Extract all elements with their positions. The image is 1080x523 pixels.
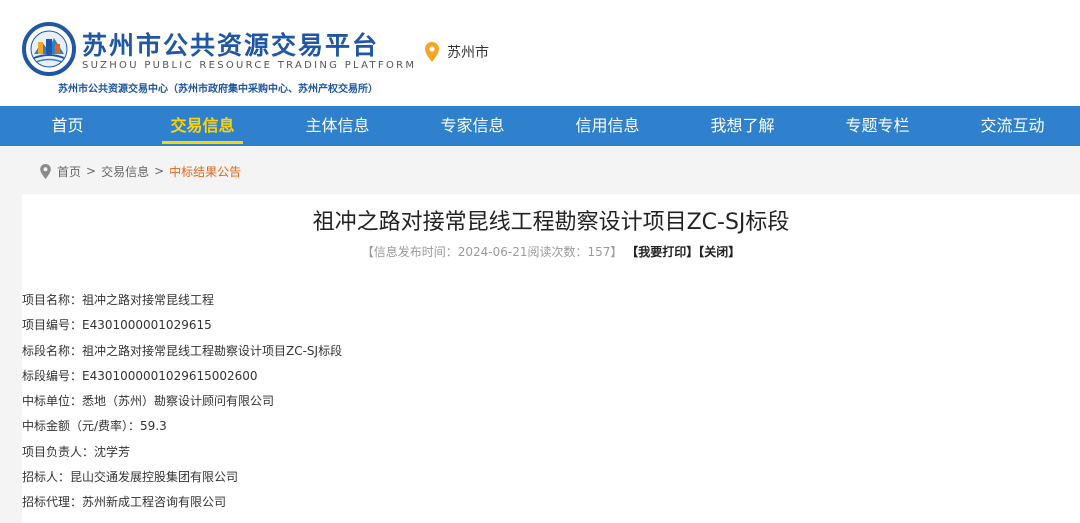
nav-special-topics[interactable]: 专题专栏 (810, 106, 945, 146)
main-nav: 首页 交易信息 主体信息 专家信息 信用信息 我想了解 专题专栏 交流互动 (0, 106, 1080, 146)
field-section-name: 标段名称：祖冲之路对接常昆线工程勘察设计项目ZC-SJ标段 (22, 343, 343, 358)
breadcrumb-current[interactable]: 中标结果公告 (169, 163, 241, 180)
nav-learn-more[interactable]: 我想了解 (675, 106, 810, 146)
location-selector[interactable]: 苏州市 (425, 40, 489, 64)
article-panel: 祖冲之路对接常昆线工程勘察设计项目ZC-SJ标段 【信息发布时间：2024-06… (22, 194, 1080, 523)
location-icon (40, 163, 51, 179)
nav-credit-info[interactable]: 信用信息 (540, 106, 675, 146)
nav-trading-info[interactable]: 交易信息 (135, 106, 270, 146)
field-tender-agent: 招标代理：苏州新成工程咨询有限公司 (22, 495, 227, 510)
nav-entity-info[interactable]: 主体信息 (270, 106, 405, 146)
nav-interaction[interactable]: 交流互动 (945, 106, 1080, 146)
site-subtitle: 苏州市公共资源交易中心（苏州市政府集中采购中心、苏州产权交易所） (58, 84, 378, 95)
location-label: 苏州市 (447, 45, 489, 61)
breadcrumb-separator: > (86, 164, 97, 178)
close-link[interactable]: 【关闭】 (698, 245, 740, 259)
nav-home[interactable]: 首页 (0, 106, 135, 146)
site-title-en: SUZHOU PUBLIC RESOURCE TRADING PLATFORM (82, 60, 417, 71)
map-pin-icon (425, 42, 439, 62)
field-section-number: 标段编号：E4301000001029615002600 (22, 368, 258, 383)
field-project-number: 项目编号：E4301000001029615 (22, 318, 212, 333)
field-winning-amount: 中标金额（元/费率）：59.3 (22, 419, 167, 434)
site-title[interactable]: 苏州市公共资源交易平台 (82, 26, 379, 62)
breadcrumb-trading-info[interactable]: 交易信息 (101, 163, 149, 180)
breadcrumb-separator: > (154, 164, 165, 178)
field-project-name: 项目名称：祖冲之路对接常昆线工程 (22, 293, 215, 307)
print-link[interactable]: 【我要打印】 (626, 245, 698, 259)
article-title: 祖冲之路对接常昆线工程勘察设计项目ZC-SJ标段 (312, 210, 790, 235)
award-details: 项目名称：祖冲之路对接常昆线工程 项目编号：E4301000001029615 … (22, 288, 342, 516)
breadcrumb-home[interactable]: 首页 (57, 163, 81, 180)
field-winning-bidder: 中标单位：悉地（苏州）勘察设计顾问有限公司 (22, 394, 275, 409)
field-project-leader: 项目负责人：沈学芳 (22, 444, 131, 459)
breadcrumb: 首页 > 交易信息 > 中标结果公告 (40, 162, 241, 180)
field-tenderer: 招标人：昆山交通发展控股集团有限公司 (22, 470, 239, 485)
site-header: 苏州市公共资源交易平台 SUZHOU PUBLIC RESOURCE TRADI… (0, 0, 1080, 106)
nav-expert-info[interactable]: 专家信息 (405, 106, 540, 146)
platform-logo-icon[interactable] (22, 22, 76, 76)
publish-info: 【信息发布时间：2024-06-21阅读次数：157】 (361, 245, 623, 259)
article-meta: 【信息发布时间：2024-06-21阅读次数：157】 【我要打印】【关闭】 (22, 243, 1080, 260)
